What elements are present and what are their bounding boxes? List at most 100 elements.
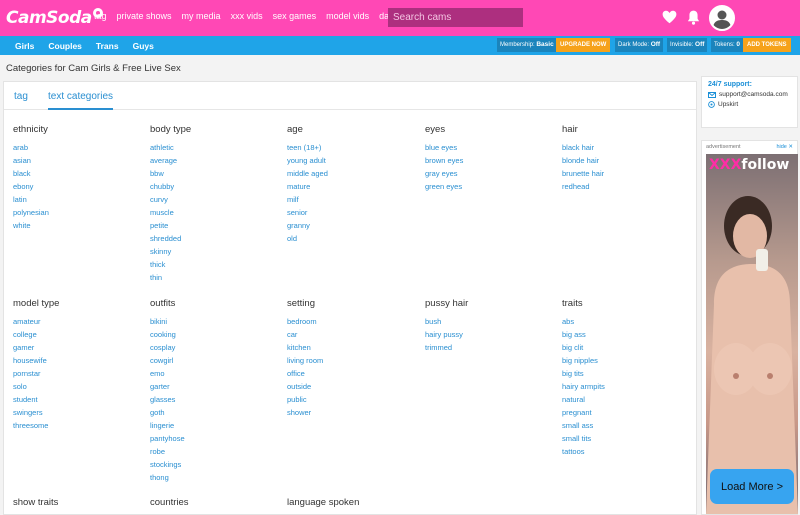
category-link[interactable]: milf: [287, 193, 417, 206]
category-link[interactable]: garter: [150, 380, 280, 393]
category-link[interactable]: shower: [287, 406, 417, 419]
category-link[interactable]: public: [287, 393, 417, 406]
category-link[interactable]: thick: [150, 258, 280, 271]
nav-sex-games[interactable]: sex games: [273, 11, 317, 21]
category-link[interactable]: average: [150, 154, 280, 167]
category-link[interactable]: threesome: [13, 419, 143, 432]
category-link[interactable]: black: [13, 167, 143, 180]
category-link[interactable]: pantyhose: [150, 432, 280, 445]
category-link[interactable]: kitchen: [287, 341, 417, 354]
user-avatar[interactable]: [709, 5, 735, 31]
category-link[interactable]: thong: [150, 471, 280, 484]
category-link[interactable]: shredded: [150, 232, 280, 245]
category-link[interactable]: senior: [287, 206, 417, 219]
support-email-row[interactable]: support@camsoda.com: [708, 91, 791, 98]
nav-girls[interactable]: Girls: [15, 41, 34, 51]
category-link[interactable]: cooking: [150, 328, 280, 341]
category-link[interactable]: swingers: [13, 406, 143, 419]
category-link[interactable]: glasses: [150, 393, 280, 406]
category-link[interactable]: skinny: [150, 245, 280, 258]
category-link[interactable]: athletic: [150, 141, 280, 154]
dark-mode-toggle[interactable]: Dark Mode: Off: [615, 38, 664, 52]
category-link[interactable]: black hair: [562, 141, 692, 154]
invisible-toggle[interactable]: Invisible: Off: [667, 38, 708, 52]
category-link[interactable]: young adult: [287, 154, 417, 167]
tab-tag[interactable]: tag: [14, 91, 28, 102]
category-link[interactable]: muscle: [150, 206, 280, 219]
category-link[interactable]: ebony: [13, 180, 143, 193]
category-link[interactable]: gray eyes: [425, 167, 555, 180]
category-link[interactable]: robe: [150, 445, 280, 458]
category-link[interactable]: green eyes: [425, 180, 555, 193]
category-link[interactable]: thin: [150, 271, 280, 284]
nav-my-media[interactable]: my media: [182, 11, 221, 21]
category-link[interactable]: gamer: [13, 341, 143, 354]
category-link[interactable]: big nipples: [562, 354, 692, 367]
upskirt-link[interactable]: Upskirt: [718, 101, 738, 108]
ad-load-more-button[interactable]: Load More >: [710, 469, 794, 504]
category-link[interactable]: cowgirl: [150, 354, 280, 367]
category-link[interactable]: amateur: [13, 315, 143, 328]
upskirt-row[interactable]: Upskirt: [708, 101, 791, 108]
category-link[interactable]: outside: [287, 380, 417, 393]
category-link[interactable]: hairy pussy: [425, 328, 555, 341]
category-link[interactable]: big clit: [562, 341, 692, 354]
category-link[interactable]: student: [13, 393, 143, 406]
category-link[interactable]: redhead: [562, 180, 692, 193]
category-link[interactable]: pornstar: [13, 367, 143, 380]
nav-couples[interactable]: Couples: [48, 41, 82, 51]
category-link[interactable]: chubby: [150, 180, 280, 193]
category-link[interactable]: granny: [287, 219, 417, 232]
category-link[interactable]: asian: [13, 154, 143, 167]
ad-banner-image[interactable]: XXXfollow Load More >: [706, 154, 798, 514]
camsoda-logo[interactable]: CamSoda: [6, 5, 103, 31]
category-link[interactable]: car: [287, 328, 417, 341]
support-email[interactable]: support@camsoda.com: [719, 91, 788, 98]
category-link[interactable]: abs: [562, 315, 692, 328]
category-link[interactable]: living room: [287, 354, 417, 367]
category-link[interactable]: goth: [150, 406, 280, 419]
category-link[interactable]: petite: [150, 219, 280, 232]
nav-private-shows[interactable]: private shows: [117, 11, 172, 21]
category-link[interactable]: small ass: [562, 419, 692, 432]
category-link[interactable]: bush: [425, 315, 555, 328]
category-link[interactable]: lingerie: [150, 419, 280, 432]
category-link[interactable]: bikini: [150, 315, 280, 328]
category-link[interactable]: solo: [13, 380, 143, 393]
category-link[interactable]: trimmed: [425, 341, 555, 354]
heart-icon[interactable]: [662, 10, 677, 24]
tab-text-categories[interactable]: text categories: [48, 91, 114, 110]
category-link[interactable]: emo: [150, 367, 280, 380]
category-link[interactable]: small tits: [562, 432, 692, 445]
category-link[interactable]: old: [287, 232, 417, 245]
category-link[interactable]: blue eyes: [425, 141, 555, 154]
ad-hide-button[interactable]: hide ✕: [776, 144, 793, 150]
category-link[interactable]: bedroom: [287, 315, 417, 328]
nav-tag[interactable]: tag: [94, 11, 107, 21]
category-link[interactable]: brunette hair: [562, 167, 692, 180]
category-link[interactable]: polynesian: [13, 206, 143, 219]
category-link[interactable]: mature: [287, 180, 417, 193]
category-link[interactable]: cosplay: [150, 341, 280, 354]
category-link[interactable]: natural: [562, 393, 692, 406]
category-link[interactable]: bbw: [150, 167, 280, 180]
category-link[interactable]: hairy armpits: [562, 380, 692, 393]
category-link[interactable]: pregnant: [562, 406, 692, 419]
upgrade-button[interactable]: UPGRADE NOW: [556, 38, 611, 52]
category-link[interactable]: big ass: [562, 328, 692, 341]
category-link[interactable]: college: [13, 328, 143, 341]
nav-xxx-vids[interactable]: xxx vids: [231, 11, 263, 21]
nav-trans[interactable]: Trans: [96, 41, 119, 51]
category-link[interactable]: teen (18+): [287, 141, 417, 154]
bell-icon[interactable]: [687, 10, 700, 25]
category-link[interactable]: arab: [13, 141, 143, 154]
nav-guys[interactable]: Guys: [133, 41, 154, 51]
category-link[interactable]: office: [287, 367, 417, 380]
category-link[interactable]: curvy: [150, 193, 280, 206]
category-link[interactable]: brown eyes: [425, 154, 555, 167]
category-link[interactable]: tattoos: [562, 445, 692, 458]
category-link[interactable]: latin: [13, 193, 143, 206]
category-link[interactable]: white: [13, 219, 143, 232]
search-input[interactable]: [388, 8, 523, 27]
category-link[interactable]: big tits: [562, 367, 692, 380]
